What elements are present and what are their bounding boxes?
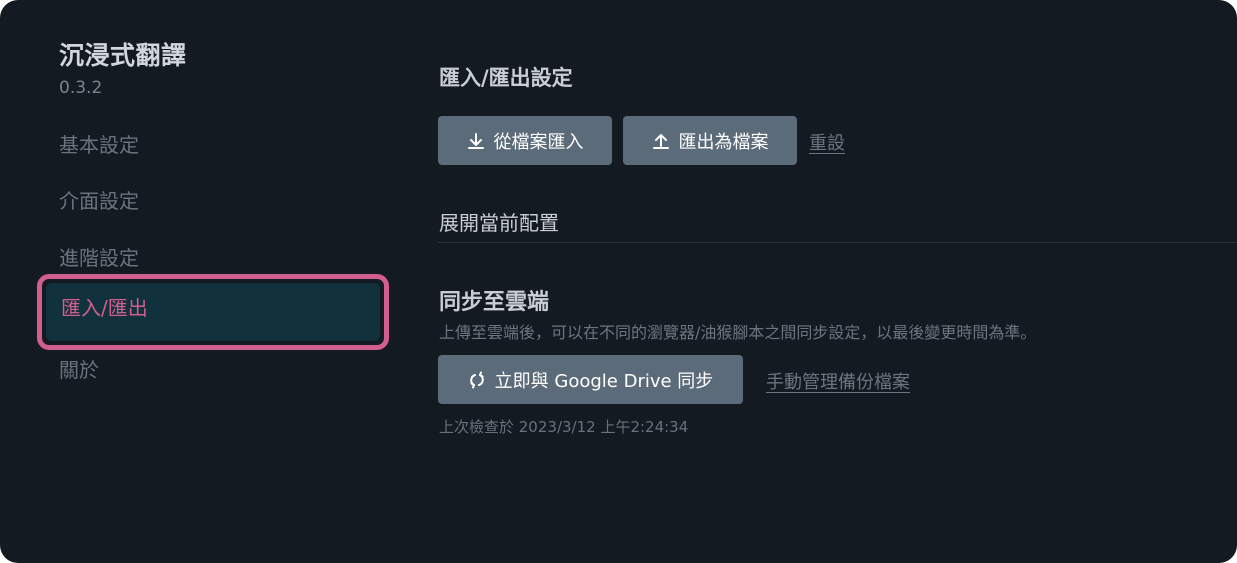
- sidebar-item-about[interactable]: 關於: [59, 354, 99, 383]
- export-to-file-button[interactable]: 匯出為檔案: [623, 116, 797, 165]
- sync-google-drive-button[interactable]: 立即與 Google Drive 同步: [438, 355, 743, 404]
- settings-window: 沉浸式翻譯 0.3.2 基本設定 介面設定 進階設定 匯入/匯出 關於 匯入/匯…: [0, 0, 1237, 563]
- import-from-file-button[interactable]: 從檔案匯入: [438, 116, 612, 165]
- section-title: 匯入/匯出設定: [439, 66, 573, 90]
- sidebar-item-advanced[interactable]: 進階設定: [59, 242, 139, 271]
- sync-section-title: 同步至雲端: [439, 290, 550, 315]
- sync-button-label: 立即與 Google Drive 同步: [494, 370, 714, 392]
- last-checked-timestamp: 上次檢查於 2023/3/12 上午2:24:34: [439, 418, 689, 436]
- upload-icon: [652, 132, 670, 150]
- import-button-label: 從檔案匯入: [493, 131, 584, 153]
- app-title: 沉浸式翻譯: [59, 41, 187, 70]
- manage-backup-files-link[interactable]: 手動管理備份檔案: [766, 368, 910, 394]
- active-item-highlight: 匯入/匯出: [37, 274, 389, 350]
- sidebar-item-basic[interactable]: 基本設定: [59, 129, 139, 158]
- reset-link[interactable]: 重設: [809, 129, 845, 155]
- sidebar-item-import-export[interactable]: 匯入/匯出: [46, 283, 380, 341]
- sync-icon: [468, 371, 486, 389]
- sidebar-item-interface[interactable]: 介面設定: [59, 185, 139, 214]
- export-button-label: 匯出為檔案: [678, 131, 769, 153]
- app-version: 0.3.2: [59, 78, 103, 98]
- expand-current-config[interactable]: 展開當前配置: [439, 207, 559, 236]
- download-icon: [467, 132, 485, 150]
- divider: [438, 242, 1237, 243]
- sync-description: 上傳至雲端後，可以在不同的瀏覽器/油猴腳本之間同步設定，以最後變更時間為準。: [439, 323, 1037, 342]
